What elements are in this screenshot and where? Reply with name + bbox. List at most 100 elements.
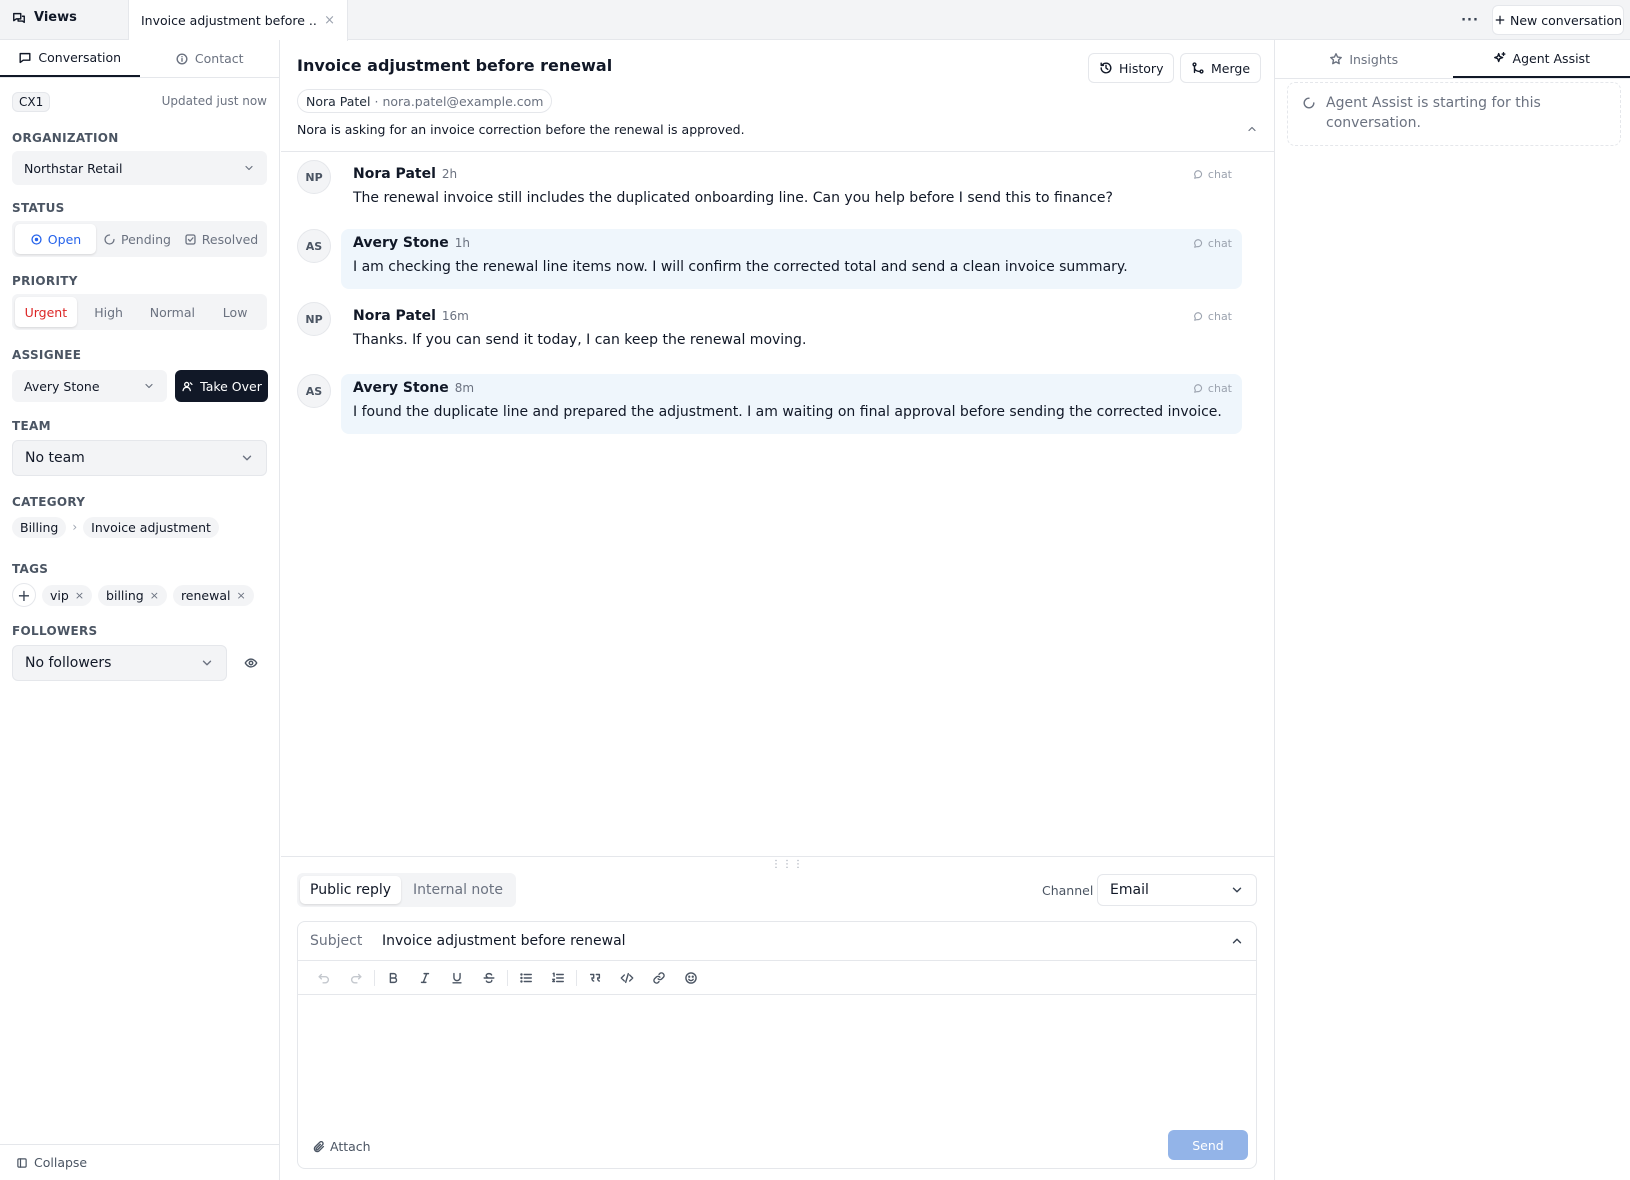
conversation-tab-title: Invoice adjustment before ... <box>141 13 319 28</box>
toolbar-divider <box>374 969 375 986</box>
priority-urgent-option[interactable]: Urgent <box>15 297 77 327</box>
category-parent-chip[interactable]: Billing <box>12 516 67 538</box>
message-bubble: Nora Patel 2h chat The renewal invoice st… <box>341 160 1242 212</box>
message-channel-label: chat <box>1207 168 1232 181</box>
close-tab-icon[interactable]: × <box>324 13 335 28</box>
attach-button[interactable]: Attach <box>312 1139 371 1154</box>
tab-agent-assist[interactable]: Agent Assist <box>1452 40 1630 78</box>
chat-bubble-icon <box>1193 383 1204 394</box>
bullet-list-icon[interactable] <box>510 964 542 992</box>
category-breadcrumb: Billing › Invoice adjustment <box>12 515 267 539</box>
merge-icon <box>1191 61 1205 75</box>
page-title: Invoice adjustment before renewal <box>297 56 613 75</box>
chevron-up-icon[interactable] <box>1230 934 1244 948</box>
status-pending-option[interactable]: Pending <box>98 224 176 254</box>
loading-spinner-icon <box>1302 96 1316 110</box>
format-toolbar <box>298 961 1256 995</box>
message-item: NP Nora Patel 16m chat Thanks. If you can… <box>297 302 1242 362</box>
views-button[interactable]: Views <box>12 10 77 25</box>
sparkle-icon <box>1493 51 1507 65</box>
emoji-icon[interactable] <box>675 964 707 992</box>
team-label: TEAM <box>12 419 51 433</box>
message-channel-label: chat <box>1207 237 1232 250</box>
tab-conversation[interactable]: Conversation <box>0 40 140 77</box>
organization-select[interactable]: Northstar Retail <box>12 151 267 185</box>
underline-icon[interactable] <box>441 964 473 992</box>
new-conversation-button[interactable]: New conversation <box>1492 5 1624 35</box>
chevron-up-icon[interactable] <box>1246 123 1258 135</box>
take-over-button[interactable]: Take Over <box>175 370 268 402</box>
add-tag-icon[interactable]: + <box>12 583 36 607</box>
followers-select[interactable]: No followers <box>12 645 227 681</box>
message-bubble: Nora Patel 16m chat Thanks. If you can se… <box>341 302 1242 354</box>
more-options-icon[interactable]: ··· <box>1458 10 1482 30</box>
message-text: The renewal invoice still includes the d… <box>353 190 1113 206</box>
undo-icon[interactable] <box>308 964 340 992</box>
numbered-list-icon[interactable] <box>542 964 574 992</box>
strikethrough-icon[interactable] <box>473 964 505 992</box>
conversation-panel: Invoice adjustment before renewal Histor… <box>281 40 1274 1180</box>
priority-label: PRIORITY <box>12 274 78 288</box>
conversation-summary: Nora is asking for an invoice correction… <box>297 122 745 137</box>
bold-icon[interactable] <box>377 964 409 992</box>
priority-low-option[interactable]: Low <box>206 297 264 327</box>
message-author: Avery Stone <box>353 235 449 251</box>
sidebar-collapse-icon <box>16 1157 28 1169</box>
team-select[interactable]: No team <box>12 440 267 476</box>
chevron-down-icon <box>240 451 254 465</box>
message-time: 8m <box>454 381 475 395</box>
history-label: History <box>1119 60 1164 76</box>
avatar: AS <box>297 374 331 408</box>
tab-conversation-label: Conversation <box>38 50 122 65</box>
remove-tag-icon[interactable]: × <box>236 589 245 602</box>
history-button[interactable]: History <box>1088 53 1175 83</box>
tab-internal-note[interactable]: Internal note <box>403 876 513 904</box>
message-time: 16m <box>441 309 469 323</box>
conversation-tab[interactable]: Invoice adjustment before ... × <box>128 0 348 41</box>
priority-high-option[interactable]: High <box>79 297 139 327</box>
italic-icon[interactable] <box>409 964 441 992</box>
message-time: 1h <box>454 236 470 250</box>
merge-button[interactable]: Merge <box>1180 53 1262 83</box>
collapse-button[interactable]: Collapse <box>0 1144 279 1180</box>
status-open-option[interactable]: Open <box>15 224 96 254</box>
remove-tag-icon[interactable]: × <box>150 589 159 602</box>
message-channel: chat <box>1193 310 1232 323</box>
tag-chip: vip × <box>42 584 93 606</box>
tag-label: billing <box>106 587 144 603</box>
priority-normal-option[interactable]: Normal <box>141 297 205 327</box>
status-resolved-option[interactable]: Resolved <box>178 224 264 254</box>
eye-icon[interactable] <box>244 656 258 670</box>
assignee-select[interactable]: Avery Stone <box>12 370 167 402</box>
subject-input[interactable]: Invoice adjustment before renewal <box>382 933 626 949</box>
send-button[interactable]: Send <box>1168 1130 1248 1160</box>
message-body-input[interactable] <box>298 996 1256 1122</box>
priority-segmented-control: Urgent High Normal Low <box>12 294 267 330</box>
message-text: I found the duplicate line and prepared … <box>353 404 1222 420</box>
contact-pill[interactable]: Nora Patel · nora.patel@example.com <box>297 89 553 113</box>
toolbar-divider <box>576 969 577 986</box>
subject-label: Subject <box>310 933 363 949</box>
category-child-chip[interactable]: Invoice adjustment <box>83 516 219 538</box>
message-channel: chat <box>1193 382 1232 395</box>
views-label: Views <box>34 10 77 25</box>
message-bubble: Avery Stone 8m chat I found the duplicate… <box>341 374 1242 434</box>
remove-tag-icon[interactable]: × <box>75 589 84 602</box>
followers-value: No followers <box>25 655 112 671</box>
contact-name: Nora Patel <box>306 93 371 109</box>
chevron-right-icon: › <box>72 520 78 534</box>
tag-label: renewal <box>180 587 231 603</box>
chevron-down-icon <box>1230 883 1244 897</box>
redo-icon[interactable] <box>340 964 372 992</box>
organization-label: ORGANIZATION <box>12 131 119 145</box>
chevron-down-icon <box>200 656 214 670</box>
code-icon[interactable] <box>611 964 643 992</box>
quote-icon[interactable] <box>579 964 611 992</box>
tab-insights[interactable]: Insights <box>1275 40 1453 78</box>
tab-contact[interactable]: Contact <box>140 40 280 77</box>
tab-public-reply[interactable]: Public reply <box>300 876 402 904</box>
resize-handle-icon[interactable]: ⋮⋮⋮ <box>771 859 804 870</box>
channel-select[interactable]: Email <box>1097 874 1257 906</box>
link-icon[interactable] <box>643 964 675 992</box>
info-icon <box>175 52 189 66</box>
